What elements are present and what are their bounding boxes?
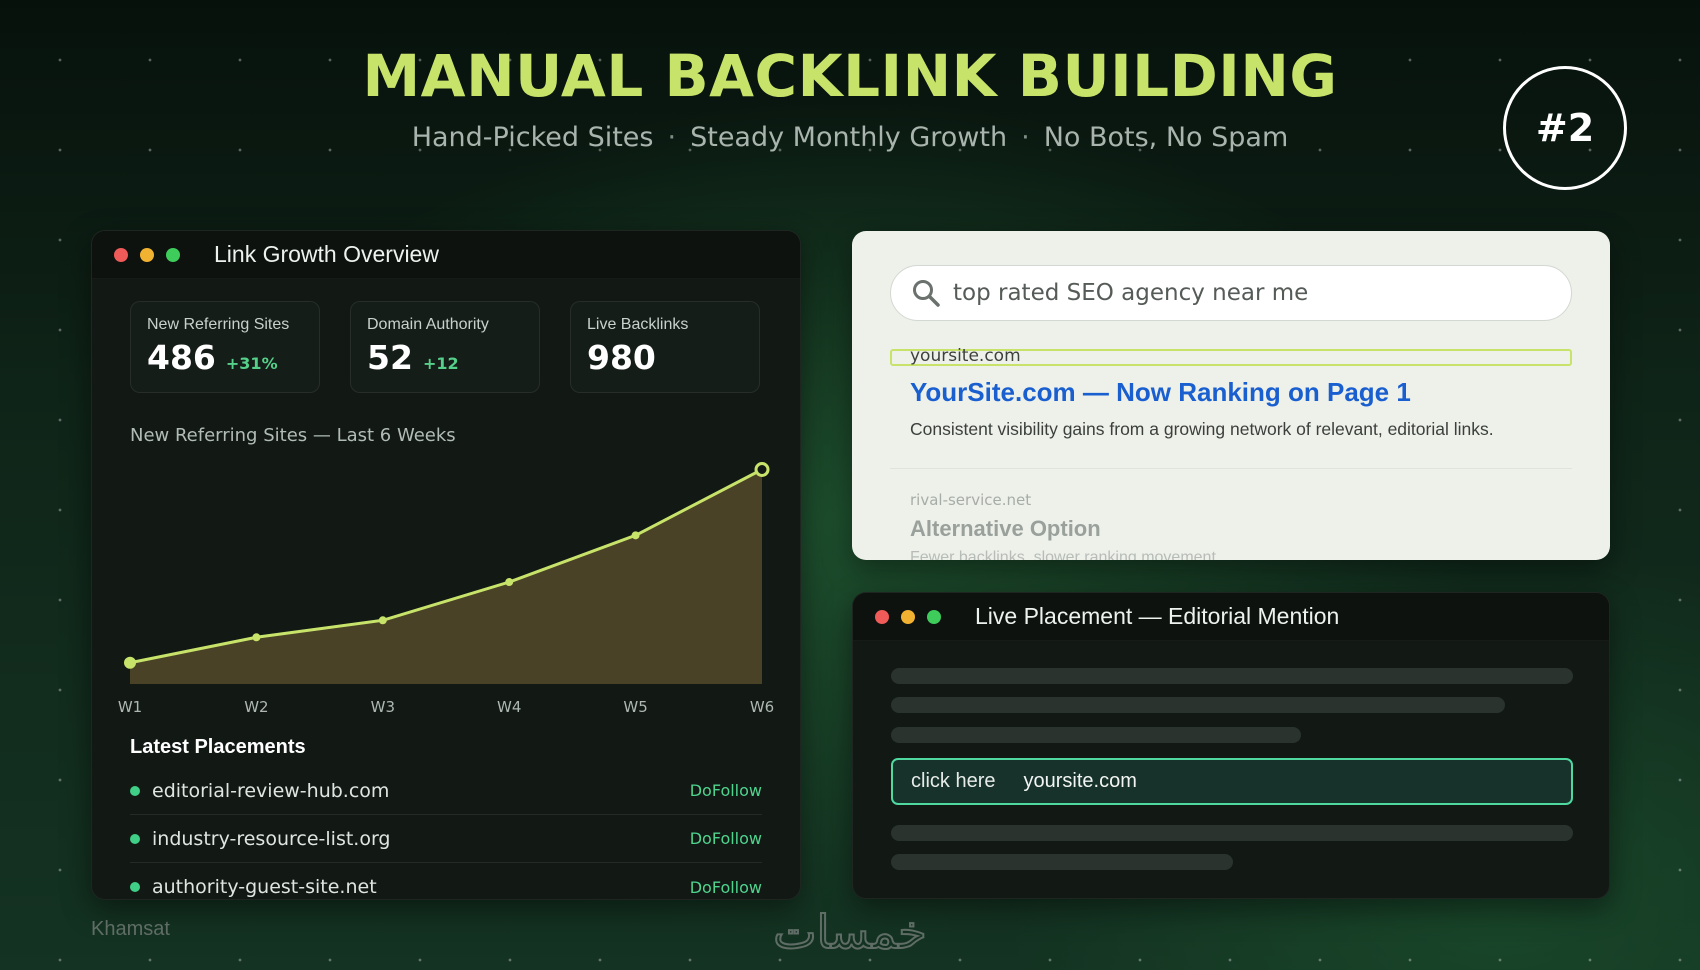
chart-area-fill [130,469,762,684]
subtitle-separator: · [1021,122,1030,153]
placements-title: Latest Placements [130,736,306,758]
search-icon [913,280,940,307]
result-url: rival-service.net [910,491,1032,509]
x-tick-label: W3 [371,698,395,716]
subtitle-item: Hand-Picked Sites [411,122,654,153]
maximize-window-button[interactable] [927,609,941,624]
result-description: Fewer backlinks, slower ranking movement… [910,549,1234,560]
close-window-button[interactable] [114,247,128,262]
text-placeholder-line [891,697,1505,713]
anchor-link-highlight[interactable]: click here yoursite.com [891,758,1573,805]
subtitle-separator: · [667,122,677,153]
chart-point-w5[interactable] [631,531,640,540]
stat-label: Live Backlinks [587,316,689,333]
dofollow-tag: DoFollow [689,877,762,897]
minimize-window-button[interactable] [901,609,915,624]
x-tick-label: W1 [118,698,142,716]
x-tick-label: W2 [244,698,268,716]
text-placeholder-line [891,825,1573,841]
stat-delta: +31% [225,354,278,373]
stat-delta: +12 [422,354,459,373]
subtitle-item: Steady Monthly Growth [690,122,1008,153]
live-placement-panel: Live Placement — Editorial Mention click… [852,592,1610,899]
text-placeholder-line [891,854,1233,870]
text-placeholder-line [891,727,1301,743]
number-badge: #2 [1503,66,1627,190]
status-dot [130,785,140,796]
search-query: top rated SEO agency near me [953,280,1309,306]
search-input[interactable]: top rated SEO agency near me [890,265,1572,321]
stat-card-live-backlinks: Live Backlinks 980 [570,301,760,393]
x-tick-label: W6 [750,698,774,716]
stat-card-domain-authority: Domain Authority 52 +12 [350,301,540,393]
placement-domain: authority-guest-site.net [152,876,377,898]
panel-title: Link Growth Overview [214,241,439,267]
chart-point-w1[interactable] [124,656,136,669]
close-window-button[interactable] [875,609,889,624]
stat-label: New Referring Sites [147,316,290,333]
anchor-text: click here [911,770,996,792]
status-dot [130,882,140,892]
chart-title: New Referring Sites — Last 6 Weeks [130,425,456,446]
result-title-link[interactable]: Alternative Option [910,516,1101,542]
result-title-link[interactable]: YourSite.com — Now Ranking on Page 1 [910,377,1411,408]
stat-label: Domain Authority [367,316,489,333]
dofollow-tag: DoFollow [689,781,762,800]
status-dot [130,833,140,844]
placements-list: editorial-review-hub.com DoFollow indust… [130,767,762,899]
chart-point-w6[interactable] [754,461,770,477]
result-description: Consistent visibility gains from a growi… [910,419,1494,439]
page-subtitle: Hand-Picked Sites · Steady Monthly Growth ·… [0,122,1700,153]
stat-card-referring-sites: New Referring Sites 486 +31% [130,301,320,393]
window-titlebar: Live Placement — Editorial Mention [853,593,1609,641]
khamsat-logo: خمسات [772,904,927,960]
window-titlebar: Link Growth Overview [92,231,800,279]
list-item[interactable]: industry-resource-list.org DoFollow [130,815,762,863]
result-url: yoursite.com [910,346,1021,366]
subtitle-item: No Bots, No Spam [1043,122,1289,153]
text-placeholder-line [891,668,1573,684]
chart-point-w4[interactable] [505,578,514,587]
link-domain: yoursite.com [1023,770,1137,792]
minimize-window-button[interactable] [140,247,154,262]
maximize-window-button[interactable] [166,247,180,262]
x-tick-label: W4 [497,698,521,716]
chart-point-w3[interactable] [378,616,387,625]
page-title: MANUAL BACKLINK BUILDING [362,42,1338,110]
search-results-panel: top rated SEO agency near me yoursite.co… [852,231,1610,560]
divider [890,468,1572,469]
dofollow-tag: DoFollow [689,829,762,848]
stat-value: 52 [367,338,413,377]
footer-brand: Khamsat [91,918,170,940]
chart-point-w2[interactable] [252,633,261,642]
stat-value: 486 [147,338,216,377]
x-tick-label: W5 [623,698,647,716]
list-item[interactable]: authority-guest-site.net DoFollow [130,863,762,899]
link-growth-panel: Link Growth Overview New Referring Sites… [91,230,801,900]
stat-value: 980 [587,338,656,377]
line-chart: W1 W2 W3 W4 W5 W6 [118,461,774,716]
logo-text: خمسات [773,905,926,959]
placement-domain: editorial-review-hub.com [152,779,390,802]
placement-domain: industry-resource-list.org [152,827,391,850]
panel-title: Live Placement — Editorial Mention [975,603,1340,629]
list-item[interactable]: editorial-review-hub.com DoFollow [130,767,762,815]
